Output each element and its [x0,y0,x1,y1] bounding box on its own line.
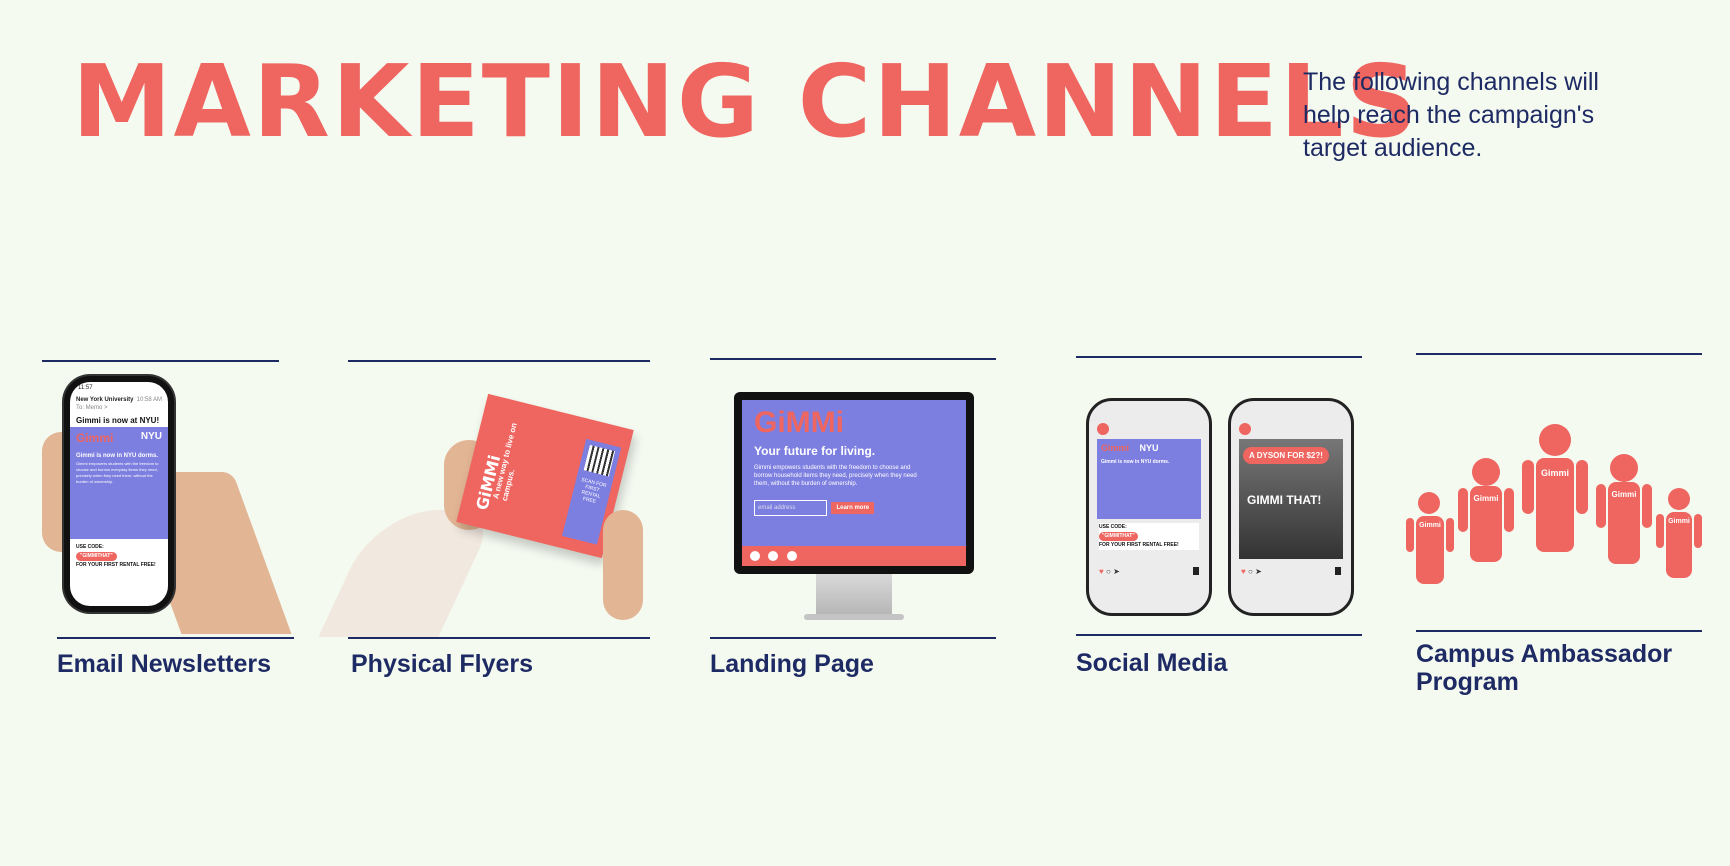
email-body: Gimmi empowers students with the freedom… [76,461,159,484]
email-brand: Gimmi [76,431,114,445]
social-illustration: Gimmi NYU Gimmi is now in NYU dorms. USE… [1078,398,1368,620]
share-icon[interactable]: ➤ [1255,567,1262,576]
post1-heading: Gimmi is now in NYU dorms. [1101,459,1170,465]
post1-image: Gimmi NYU Gimmi is now in NYU dorms. [1097,439,1201,519]
ambassador-bottom-rule [1416,630,1702,632]
channel-label-ambassador: Campus Ambassador Program [1416,640,1673,696]
heart-icon[interactable]: ♥ [1099,567,1104,576]
landing-body: Gimmi empowers students with the freedom… [754,465,917,487]
phone-icon [750,551,760,561]
email-phone: 11:57 New York University 10:58 AM To: M… [64,376,174,612]
email-to: To: Memo > [76,405,108,411]
flyers-illustration: GiMMi A new way to live on campus. SCAN … [318,393,653,637]
post1-avatar [1097,423,1109,435]
landing-headline: Your future for living. [754,444,876,458]
flyers-bottom-rule [348,637,650,639]
landing-footer [742,546,966,566]
landing-screen: GiMMi Your future for living. Gimmi empo… [742,400,966,566]
comment-icon[interactable]: ○ [1248,567,1253,576]
email-subject: Gimmi is now at NYU! [76,416,160,425]
email-code-label: USE CODE: [76,544,104,550]
email-phone-screen: 11:57 New York University 10:58 AM To: M… [70,382,168,606]
desktop-monitor: GiMMi Your future for living. Gimmi empo… [734,392,974,574]
post2-avatar [1239,423,1251,435]
email-code: "GIMMITHAT" [76,552,117,561]
email-partner: NYU [140,431,162,442]
flyer-scan-text: SCAN FOR FIRST RENTAL FREE [580,476,608,505]
share-icon[interactable]: ➤ [1113,567,1120,576]
page-subtitle: The following channels will help reach t… [1303,68,1599,162]
social-top-rule [1076,356,1362,358]
channel-label-email: Email Newsletters [57,650,271,678]
email-date: 10:58 AM [136,397,162,403]
heart-icon[interactable]: ♥ [1241,567,1246,576]
ambassador-figure: Gimmi [1406,492,1454,584]
post1-partner: NYU [1139,443,1159,453]
social-phone-1: Gimmi NYU Gimmi is now in NYU dorms. USE… [1086,398,1212,616]
channel-label-flyers: Physical Flyers [351,650,534,678]
social-bottom-rule [1076,634,1362,636]
monitor-stand [816,574,892,616]
status-time: 11:57 [78,385,93,391]
email-bottom-rule [57,637,294,639]
social-phone-2: A DYSON FOR $2?! GIMMI THAT! ♥ ○ ➤ [1228,398,1354,616]
landing-email-input[interactable]: email address [754,500,827,516]
post2-badge: A DYSON FOR $2?! [1243,447,1329,464]
ambassador-top-rule [1416,353,1702,355]
email-heading: Gimmi is now in NYU dorms. [76,453,159,459]
mail-icon [768,551,779,561]
right-hand-shape [603,510,643,620]
ambassador-figure: Gimmi [1458,458,1514,562]
ambassador-figure: Gimmi [1656,488,1702,578]
flyers-top-rule [348,360,650,362]
landing-brand: GiMMi [754,406,844,439]
post1-code: "GIMMITHAT" [1099,532,1138,541]
post1-brand: Gimmi [1101,443,1130,453]
landing-bottom-rule [710,637,996,639]
flyer-tagline: A new way to live on campus. [491,421,519,502]
post1-offer: FOR YOUR FIRST RENTAL FREE! [1099,542,1179,548]
post2-image: A DYSON FOR $2?! GIMMI THAT! [1239,439,1343,559]
email-hero: Gimmi NYU Gimmi is now in NYU dorms. Gim… [70,427,168,539]
landing-illustration: GiMMi Your future for living. Gimmi empo… [734,392,974,632]
post1-code-label: USE CODE: [1099,524,1127,530]
landing-top-rule [710,358,996,360]
bookmark-icon[interactable] [1193,567,1199,575]
qr-code-icon [583,444,616,477]
email-top-rule [42,360,279,362]
email-sender: New York University [76,397,134,403]
comment-icon[interactable]: ○ [1106,567,1111,576]
channel-label-social: Social Media [1076,649,1228,677]
email-illustration: 11:57 New York University 10:58 AM To: M… [42,372,292,634]
bookmark-icon[interactable] [1335,567,1341,575]
landing-cta-button[interactable]: Learn more [831,502,875,514]
instagram-icon [786,551,797,561]
ambassador-figure: Gimmi [1522,424,1588,552]
post2-caption: GIMMI THAT! [1247,493,1322,507]
monitor-base [804,614,904,620]
ambassador-illustration: Gimmi Gimmi Gimmi Gimmi Gimmi [1404,424,1704,584]
page-title: MARKETING CHANNELS [72,43,1420,160]
ambassador-figure: Gimmi [1596,454,1652,564]
email-offer: FOR YOUR FIRST RENTAL FREE! [76,562,156,568]
channel-label-landing: Landing Page [710,650,874,678]
